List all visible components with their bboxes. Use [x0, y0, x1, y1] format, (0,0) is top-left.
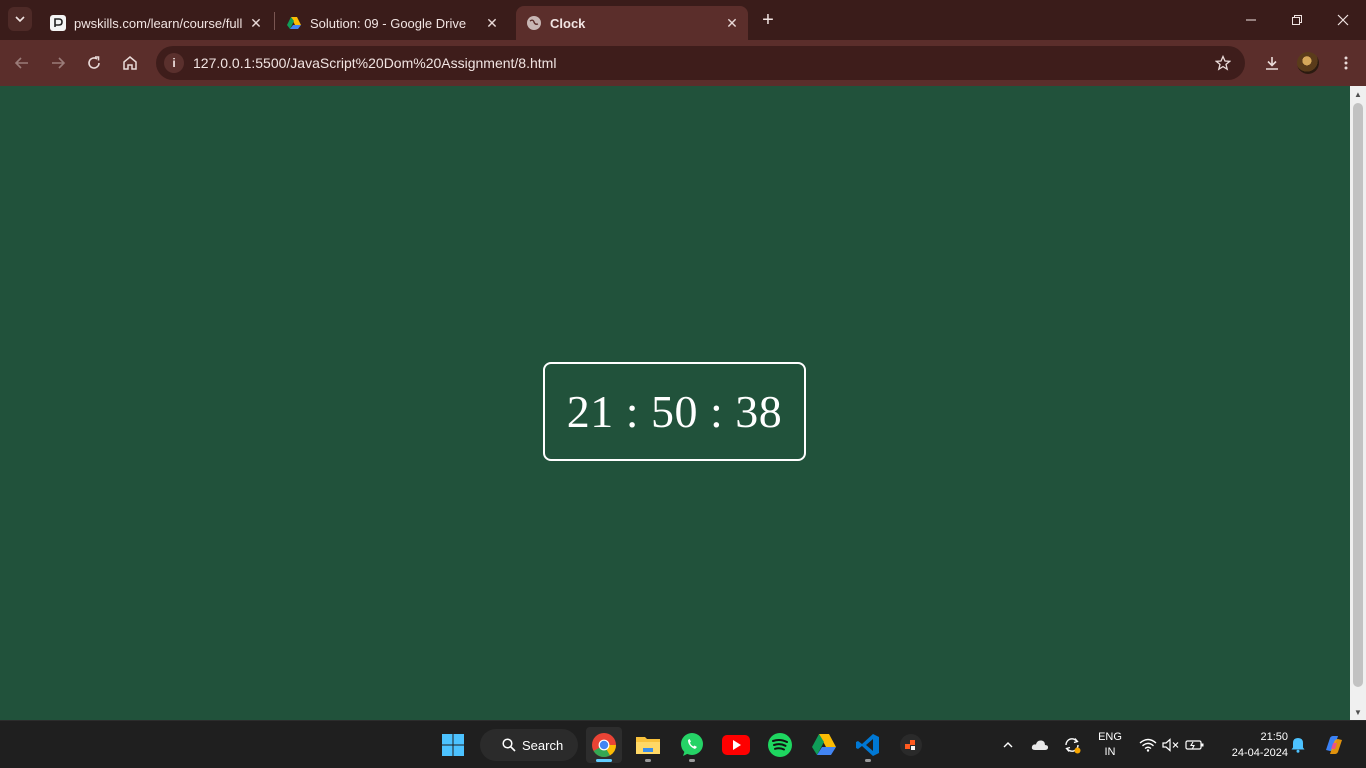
chevron-up-icon — [1003, 742, 1013, 748]
google-drive-icon[interactable] — [806, 727, 842, 763]
profile-avatar[interactable] — [1297, 52, 1319, 74]
close-icon — [1337, 14, 1349, 26]
downloads-button[interactable] — [1260, 51, 1284, 75]
onedrive-cloud-icon[interactable] — [1030, 721, 1050, 768]
search-icon — [502, 738, 516, 752]
battery-icon[interactable] — [1185, 721, 1205, 768]
browser-titlebar: pwskills.com/learn/course/full ✕ Solutio… — [0, 0, 1366, 40]
tab-title: pwskills.com/learn/course/full — [74, 15, 243, 31]
chevron-down-icon — [15, 16, 25, 23]
input-language-indicator[interactable]: ENG IN — [1094, 730, 1126, 760]
youtube-icon[interactable] — [718, 727, 754, 763]
close-tab-icon[interactable]: ✕ — [482, 13, 502, 33]
windows-taskbar: Search ENG IN 21:50 24-04-2024 — [0, 720, 1366, 768]
globe-favicon — [526, 15, 542, 31]
active-app-indicator — [596, 759, 612, 762]
copilot-icon[interactable] — [1322, 721, 1346, 768]
restore-icon — [1292, 15, 1302, 25]
arrow-right-icon — [52, 57, 66, 69]
google-drive-favicon — [286, 15, 302, 31]
scroll-up-icon[interactable]: ▲ — [1350, 86, 1366, 102]
forward-button[interactable] — [46, 51, 70, 75]
taskbar-search-button[interactable]: Search — [480, 729, 578, 761]
taskbar-date: 24-04-2024 — [1231, 747, 1288, 759]
tab-title: Solution: 09 - Google Drive — [310, 15, 467, 31]
reload-icon — [88, 56, 100, 69]
back-button[interactable] — [10, 51, 34, 75]
address-bar[interactable]: i 127.0.0.1:5500/JavaScript%20Dom%20Assi… — [156, 46, 1245, 80]
notification-bell-icon[interactable] — [1288, 721, 1308, 768]
taskbar-clock[interactable]: 21:50 24-04-2024 — [1212, 729, 1288, 761]
more-vertical-icon — [1344, 56, 1348, 70]
scrollbar-thumb[interactable] — [1353, 103, 1363, 687]
open-app-indicator — [645, 759, 651, 762]
restore-button[interactable] — [1285, 8, 1309, 32]
vertical-scrollbar[interactable]: ▲ ▼ — [1350, 86, 1366, 720]
arrow-left-icon — [14, 57, 28, 69]
open-app-indicator — [689, 759, 695, 762]
tab-pwskills[interactable]: pwskills.com/learn/course/full ✕ — [40, 6, 272, 40]
open-app-indicator — [865, 759, 871, 762]
show-hidden-icons-button[interactable] — [998, 721, 1018, 768]
new-tab-button[interactable]: + — [757, 9, 779, 31]
pwskills-favicon — [50, 15, 66, 31]
tab-separator — [274, 12, 275, 30]
home-icon — [123, 56, 137, 70]
whatsapp-icon[interactable] — [674, 727, 710, 763]
wifi-icon[interactable] — [1138, 721, 1158, 768]
page-viewport: 21 : 50 : 38 — [0, 86, 1350, 720]
url-text[interactable]: 127.0.0.1:5500/JavaScript%20Dom%20Assign… — [193, 55, 556, 71]
sync-icon[interactable] — [1062, 721, 1082, 768]
chrome-icon[interactable] — [586, 727, 622, 763]
browser-menu-button[interactable] — [1334, 51, 1358, 75]
vscode-icon[interactable] — [850, 727, 886, 763]
file-explorer-icon[interactable] — [630, 727, 666, 763]
site-info-icon[interactable]: i — [164, 53, 184, 73]
clock-time-text: 21 : 50 : 38 — [566, 386, 783, 437]
tab-search-button[interactable] — [8, 7, 32, 31]
reload-button[interactable] — [82, 51, 106, 75]
tab-google-drive[interactable]: Solution: 09 - Google Drive ✕ — [276, 6, 508, 40]
close-tab-icon[interactable]: ✕ — [722, 13, 742, 33]
tab-clock[interactable]: Clock ✕ — [516, 6, 748, 40]
minimize-icon — [1246, 19, 1256, 21]
spotify-icon[interactable] — [762, 727, 798, 763]
windows-start-icon[interactable] — [435, 727, 471, 763]
browser-toolbar: i 127.0.0.1:5500/JavaScript%20Dom%20Assi… — [0, 40, 1366, 86]
language-region: IN — [1104, 746, 1116, 758]
close-window-button[interactable] — [1331, 8, 1355, 32]
taskbar-time: 21:50 — [1260, 731, 1288, 743]
minimize-button[interactable] — [1239, 8, 1263, 32]
scroll-down-icon[interactable]: ▼ — [1350, 704, 1366, 720]
language-code: ENG — [1098, 731, 1122, 743]
search-label: Search — [522, 737, 564, 753]
volume-muted-icon[interactable] — [1161, 721, 1181, 768]
clock-display: 21 : 50 : 38 — [543, 362, 806, 461]
tab-title: Clock — [550, 15, 586, 31]
download-icon — [1266, 57, 1278, 70]
bookmark-star-icon[interactable] — [1213, 53, 1233, 73]
app-icon[interactable] — [893, 727, 929, 763]
home-button[interactable] — [118, 51, 142, 75]
close-tab-icon[interactable]: ✕ — [246, 13, 266, 33]
